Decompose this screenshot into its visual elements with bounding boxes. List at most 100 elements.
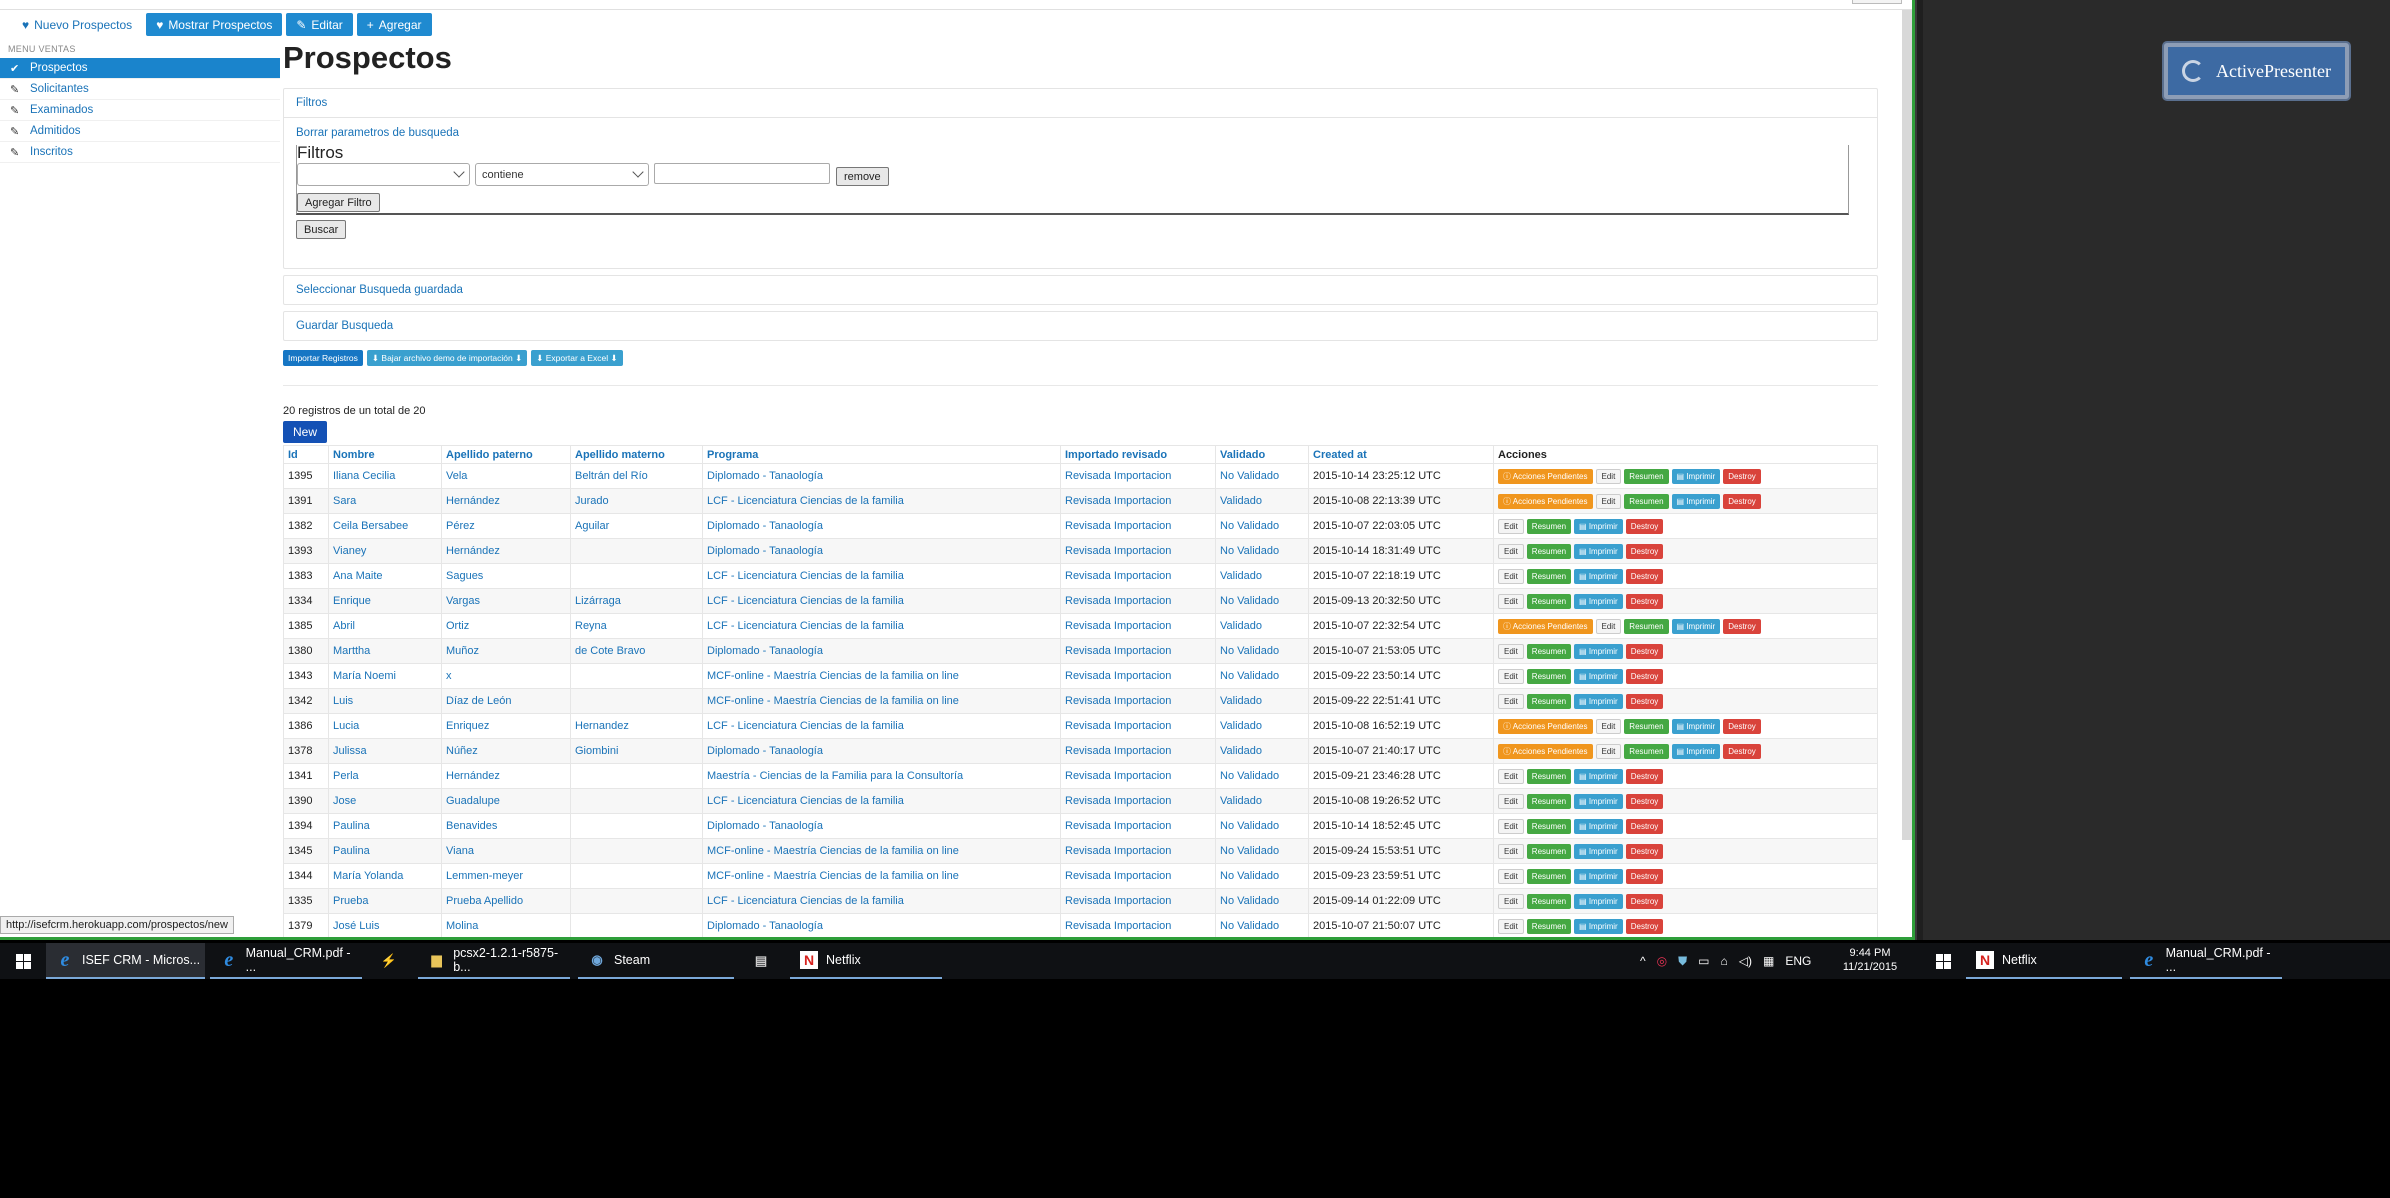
cell-programa[interactable]: LCF - Licenciatura Ciencias de la famili…	[702, 488, 1061, 514]
cell-validado[interactable]: Validado	[1215, 713, 1309, 739]
cell-programa[interactable]: Diplomado - Tanaología	[702, 913, 1061, 937]
edit-button[interactable]: Edit	[1498, 693, 1524, 709]
volume-icon[interactable]: ◁)	[1739, 954, 1752, 968]
cell-importado[interactable]: Revisada Importacion	[1060, 738, 1216, 764]
pending-actions-button[interactable]: ⓘ Acciones Pendientes	[1498, 618, 1593, 634]
cell-materno[interactable]	[570, 863, 703, 889]
print-button[interactable]: ▤ Imprimir	[1574, 843, 1623, 859]
cell-validado[interactable]: No Validado	[1215, 538, 1309, 564]
summary-button[interactable]: Resumen	[1526, 918, 1572, 934]
start-button-second[interactable]	[1926, 943, 1956, 979]
edit-button[interactable]: Edit	[1498, 768, 1524, 784]
edit-button[interactable]: Edit	[1595, 718, 1622, 734]
print-button[interactable]: ▤ Imprimir	[1574, 918, 1623, 934]
cell-paterno[interactable]: Molina	[441, 913, 571, 937]
cell-materno[interactable]	[570, 913, 703, 937]
page-scrollbar[interactable]	[1902, 10, 1912, 840]
select-saved-search-link[interactable]: Seleccionar Busqueda guardada	[284, 276, 1877, 304]
cell-validado[interactable]: Validado	[1215, 788, 1309, 814]
print-button[interactable]: ▤ Imprimir	[1671, 618, 1721, 634]
cell-nombre[interactable]: Sara	[328, 488, 442, 514]
cell-materno[interactable]: Aguilar	[570, 513, 703, 539]
cell-programa[interactable]: Diplomado - Tanaología	[702, 738, 1061, 764]
pending-actions-button[interactable]: ⓘ Acciones Pendientes	[1498, 468, 1593, 484]
destroy-button[interactable]: Destroy	[1625, 818, 1664, 834]
remove-filter-button[interactable]: remove	[836, 167, 889, 186]
cell-importado[interactable]: Revisada Importacion	[1060, 538, 1216, 564]
cell-programa[interactable]: LCF - Licenciatura Ciencias de la famili…	[702, 563, 1061, 589]
cell-validado[interactable]: Validado	[1215, 688, 1309, 714]
summary-button[interactable]: Resumen	[1526, 568, 1572, 584]
filter-value-input[interactable]	[654, 163, 830, 184]
cell-validado[interactable]: No Validado	[1215, 813, 1309, 839]
cell-materno[interactable]	[570, 563, 703, 589]
cell-programa[interactable]: LCF - Licenciatura Ciencias de la famili…	[702, 613, 1061, 639]
cell-importado[interactable]: Revisada Importacion	[1060, 788, 1216, 814]
antivirus-icon[interactable]: ◎	[1657, 954, 1667, 968]
destroy-button[interactable]: Destroy	[1625, 768, 1664, 784]
taskbar-item-netflix[interactable]: N Netflix	[790, 943, 942, 979]
cell-importado[interactable]: Revisada Importacion	[1060, 463, 1216, 489]
cell-nombre[interactable]: Perla	[328, 763, 442, 789]
cell-nombre[interactable]: Julissa	[328, 738, 442, 764]
cell-importado[interactable]: Revisada Importacion	[1060, 688, 1216, 714]
cell-importado[interactable]: Revisada Importacion	[1060, 488, 1216, 514]
cell-programa[interactable]: LCF - Licenciatura Ciencias de la famili…	[702, 788, 1061, 814]
print-button[interactable]: ▤ Imprimir	[1574, 543, 1623, 559]
cell-materno[interactable]	[570, 663, 703, 689]
cell-validado[interactable]: Validado	[1215, 738, 1309, 764]
cell-validado[interactable]: No Validado	[1215, 763, 1309, 789]
edit-button[interactable]: Edit	[1498, 918, 1524, 934]
cell-materno[interactable]: Hernandez	[570, 713, 703, 739]
cell-paterno[interactable]: Enriquez	[441, 713, 571, 739]
cell-paterno[interactable]: Pérez	[441, 513, 571, 539]
edit-button[interactable]: Edit	[1498, 818, 1524, 834]
network-icon[interactable]: ▭	[1698, 954, 1709, 968]
taskbar-item-steam[interactable]: ◉ Steam	[578, 943, 734, 979]
taskbar-item-isef-crm[interactable]: e ISEF CRM - Micros...	[46, 943, 205, 979]
editar-button[interactable]: ✎ Editar	[286, 13, 353, 36]
cell-materno[interactable]: de Cote Bravo	[570, 638, 703, 664]
destroy-button[interactable]: Destroy	[1625, 543, 1664, 559]
taskbar-item-tools[interactable]: ⚡	[370, 943, 414, 979]
destroy-button[interactable]: Destroy	[1625, 893, 1664, 909]
cell-nombre[interactable]: Jose	[328, 788, 442, 814]
cell-nombre[interactable]: Ceila Bersabee	[328, 513, 442, 539]
cell-programa[interactable]: Diplomado - Tanaología	[702, 813, 1061, 839]
cell-validado[interactable]: No Validado	[1215, 913, 1309, 937]
cell-validado[interactable]: No Validado	[1215, 888, 1309, 914]
edit-button[interactable]: Edit	[1498, 593, 1524, 609]
taskbar-item-printer[interactable]: ▤	[742, 943, 786, 979]
destroy-button[interactable]: Destroy	[1723, 718, 1761, 734]
mostrar-prospectos-button[interactable]: ♥ Mostrar Prospectos	[146, 13, 283, 36]
cell-programa[interactable]: Diplomado - Tanaología	[702, 463, 1061, 489]
cell-paterno[interactable]: Guadalupe	[441, 788, 571, 814]
cell-nombre[interactable]: José Luis	[328, 913, 442, 937]
taskbar2-item-manual-crm[interactable]: e Manual_CRM.pdf - ...	[2130, 943, 2282, 979]
print-button[interactable]: ▤ Imprimir	[1574, 643, 1623, 659]
cell-importado[interactable]: Revisada Importacion	[1060, 638, 1216, 664]
cell-materno[interactable]	[570, 788, 703, 814]
agregar-button[interactable]: + Agregar	[356, 13, 432, 36]
cell-validado[interactable]: No Validado	[1215, 638, 1309, 664]
cell-importado[interactable]: Revisada Importacion	[1060, 888, 1216, 914]
filters-header-link[interactable]: Filtros	[284, 89, 1877, 117]
destroy-button[interactable]: Destroy	[1625, 668, 1664, 684]
cell-paterno[interactable]: Díaz de León	[441, 688, 571, 714]
edit-button[interactable]: Edit	[1595, 743, 1622, 759]
edit-button[interactable]: Edit	[1595, 618, 1622, 634]
cell-programa[interactable]: Diplomado - Tanaología	[702, 538, 1061, 564]
cell-paterno[interactable]: Núñez	[441, 738, 571, 764]
clock[interactable]: 9:44 PM 11/21/2015	[1840, 946, 1900, 974]
edit-button[interactable]: Edit	[1498, 668, 1524, 684]
cell-programa[interactable]: MCF-online - Maestría Ciencias de la fam…	[702, 838, 1061, 864]
destroy-button[interactable]: Destroy	[1723, 493, 1761, 509]
cell-materno[interactable]: Reyna	[570, 613, 703, 639]
search-button[interactable]: Buscar	[296, 220, 347, 239]
summary-button[interactable]: Resumen	[1526, 868, 1572, 884]
pending-actions-button[interactable]: ⓘ Acciones Pendientes	[1498, 743, 1593, 759]
cell-validado[interactable]: No Validado	[1215, 463, 1309, 489]
cell-validado[interactable]: No Validado	[1215, 863, 1309, 889]
summary-button[interactable]: Resumen	[1624, 493, 1669, 509]
cell-nombre[interactable]: Ana Maite	[328, 563, 442, 589]
